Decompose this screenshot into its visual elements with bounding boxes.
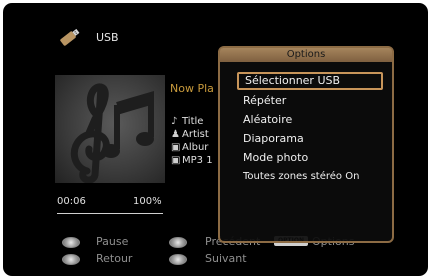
menu-item-shuffle[interactable]: Aléatoire (243, 113, 292, 126)
enter-button-icon (62, 237, 80, 248)
file-format: MP3 1 (182, 155, 213, 166)
music-note-icon: ♪ (171, 116, 178, 127)
control-pause-label: Pause (96, 235, 129, 248)
file-format-icon: ▣ (171, 155, 181, 166)
track-title: Title (182, 116, 204, 127)
menu-item-select-usb[interactable]: Sélectionner USB (237, 72, 383, 90)
music-notes-icon (70, 83, 154, 183)
person-icon: ♟ (171, 129, 180, 140)
progress-fill (57, 213, 163, 214)
album-name: Albur (182, 142, 209, 153)
album-icon: ▣ (171, 142, 181, 153)
album-row: ▣ Albur (171, 142, 208, 153)
menu-item-all-zone-stereo[interactable]: Toutes zones stéréo On (243, 171, 359, 182)
control-back-label: Retour (96, 252, 133, 265)
down-button-icon (169, 254, 187, 265)
menu-item-slideshow[interactable]: Diaporama (243, 132, 304, 145)
options-menu-title: Options (220, 48, 392, 62)
options-menu: Options Sélectionner USB Répéter Aléatoi… (218, 46, 394, 243)
usb-stick-icon (60, 28, 80, 46)
format-row: ▣ MP3 1 (171, 155, 213, 166)
artist-name: Artist (182, 129, 209, 140)
elapsed-time: 00:06 (57, 196, 86, 207)
now-playing-heading: Now Pla (170, 82, 214, 95)
progress-bar (57, 213, 163, 214)
return-button-icon (62, 254, 80, 265)
control-next-label: Suivant (205, 252, 247, 265)
album-art (55, 75, 165, 183)
progress-percent: 100% (133, 196, 162, 207)
artist-row: ♟ Artist (171, 129, 209, 140)
source-label: USB (96, 31, 119, 44)
menu-item-repeat[interactable]: Répéter (243, 94, 286, 107)
menu-item-picture-mode[interactable]: Mode photo (243, 151, 308, 164)
track-title-row: ♪ Title (171, 116, 203, 127)
tv-screen: USB Now Pla ♪ Title ♟ Artist ▣ Albur ▣ MP3 1… (3, 3, 428, 276)
up-button-icon (169, 237, 187, 248)
